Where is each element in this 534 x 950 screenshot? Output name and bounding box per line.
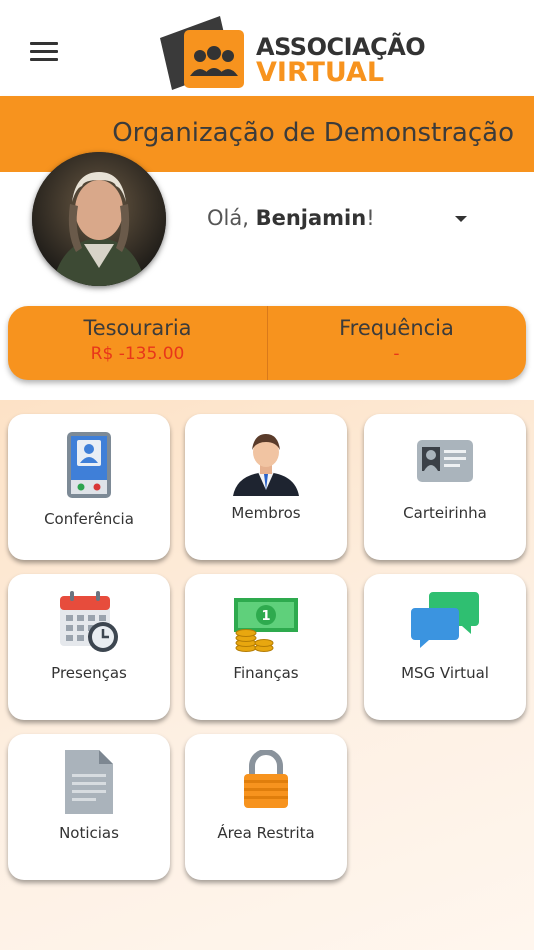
user-menu-caret-icon[interactable]: [455, 216, 467, 222]
greeting: Olá, Benjamin!: [207, 206, 375, 230]
id-card-icon: [416, 438, 474, 488]
money-icon: 1: [232, 596, 300, 656]
tile-label: Conferência: [44, 510, 134, 528]
calendar-clock-icon: [58, 590, 120, 658]
top-bar: ASSOCIAÇÃO VIRTUAL: [0, 0, 534, 96]
treasury-label: Tesouraria: [83, 316, 192, 340]
treasury-value: R$ -135.00: [90, 344, 185, 364]
tile-label: Finanças: [233, 664, 299, 682]
member-icon: [231, 430, 301, 500]
organization-name: Organização de Demonstração: [112, 118, 514, 148]
user-name: Benjamin: [255, 206, 367, 230]
tile-label: Carteirinha: [403, 504, 487, 522]
document-icon: [63, 748, 115, 820]
avatar[interactable]: [32, 152, 166, 286]
greeting-suffix: !: [366, 206, 375, 230]
tile-membros[interactable]: Membros: [185, 414, 347, 560]
logo-line-2: VIRTUAL: [256, 57, 385, 88]
group-logo-icon: [160, 16, 244, 90]
tile-label: Membros: [231, 504, 301, 522]
attendance-label: Frequência: [339, 316, 454, 340]
phone-call-icon: [65, 430, 113, 504]
greeting-prefix: Olá,: [207, 206, 256, 230]
tile-conferencia[interactable]: Conferência: [8, 414, 170, 560]
tile-label: Área Restrita: [217, 824, 315, 842]
treasury-stat[interactable]: Tesouraria R$ -135.00: [8, 306, 268, 380]
tile-area-restrita[interactable]: Área Restrita: [185, 734, 347, 880]
stats-panel: Tesouraria R$ -135.00 Frequência -: [8, 306, 526, 380]
tile-label: Noticias: [59, 824, 119, 842]
tile-msg-virtual[interactable]: MSG Virtual: [364, 574, 526, 720]
profile-section: Olá, Benjamin!: [0, 152, 534, 302]
svg-text:1: 1: [261, 609, 270, 624]
app-logo: ASSOCIAÇÃO VIRTUAL: [158, 12, 426, 92]
tile-financas[interactable]: 1 Finanças: [185, 574, 347, 720]
tile-carteirinha[interactable]: Carteirinha: [364, 414, 526, 560]
chat-bubbles-icon: [411, 590, 479, 658]
tile-noticias[interactable]: Noticias: [8, 734, 170, 880]
padlock-icon: [240, 749, 292, 814]
attendance-stat[interactable]: Frequência -: [267, 306, 526, 380]
attendance-value: -: [393, 344, 400, 364]
menu-grid: Conferência Membros Carteirinha Presença…: [0, 400, 534, 950]
tile-label: MSG Virtual: [401, 664, 489, 682]
tile-presencas[interactable]: Presenças: [8, 574, 170, 720]
hamburger-menu-icon[interactable]: [30, 42, 58, 62]
tile-label: Presenças: [51, 664, 127, 682]
